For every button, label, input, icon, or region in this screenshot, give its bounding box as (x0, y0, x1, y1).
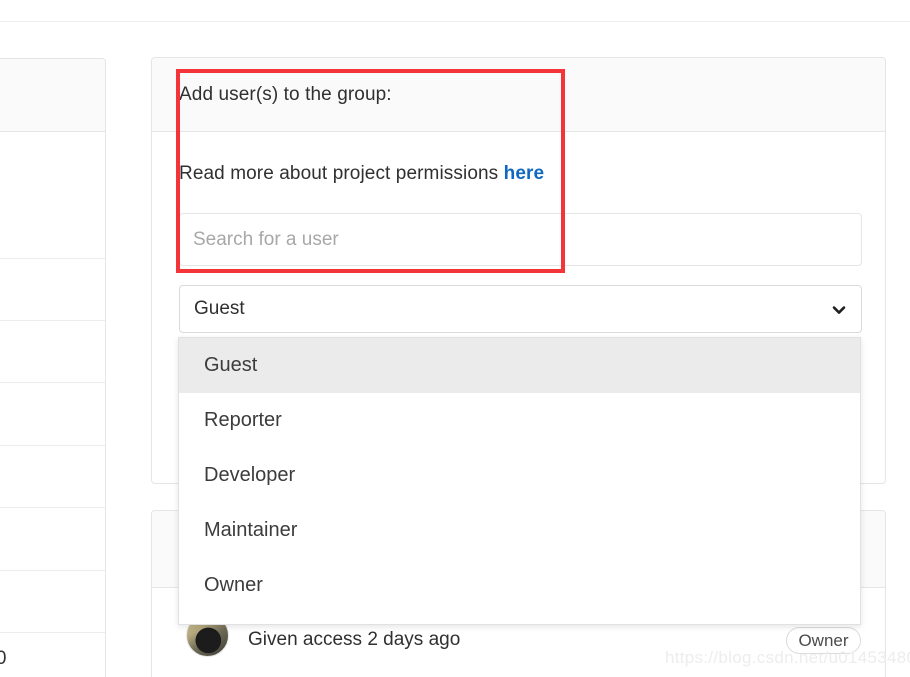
left-panel-projects-count: cts: 0 (0, 648, 110, 670)
permissions-help-text: Read more about project permissions here (179, 163, 544, 185)
role-select-value: Guest (194, 298, 245, 320)
left-row-divider (0, 320, 105, 321)
role-option-reporter[interactable]: Reporter (179, 393, 860, 448)
role-option-label: Developer (204, 464, 295, 486)
search-user-input[interactable] (179, 213, 862, 266)
permissions-help-label: Read more about project permissions (179, 163, 504, 184)
role-option-label: Maintainer (204, 519, 297, 541)
add-user-title: Add user(s) to the group: (179, 84, 392, 106)
left-row-divider (0, 632, 105, 633)
page-top-divider (0, 21, 910, 22)
member-access-text: Given access 2 days ago (248, 629, 460, 651)
left-row-divider (0, 382, 105, 383)
role-select-control[interactable]: Guest (179, 285, 862, 333)
project-permissions-link[interactable]: here (504, 163, 545, 184)
left-row-divider (0, 445, 105, 446)
role-option-label: Guest (204, 354, 257, 376)
chevron-down-icon[interactable] (832, 303, 846, 317)
role-option-owner[interactable]: Owner (179, 558, 860, 613)
role-option-label: Owner (204, 574, 263, 596)
left-row-divider (0, 258, 105, 259)
role-option-developer[interactable]: Developer (179, 448, 860, 503)
role-option-guest[interactable]: Guest (179, 338, 860, 393)
role-dropdown-listbox[interactable]: Guest Reporter Developer Maintainer Owne… (178, 337, 861, 625)
left-side-card (0, 58, 106, 677)
left-side-card-header (0, 59, 105, 132)
left-row-divider (0, 570, 105, 571)
app-root: cts: 0 Add user(s) to the group: Read mo… (0, 0, 910, 677)
role-option-maintainer[interactable]: Maintainer (179, 503, 860, 558)
watermark-text: https://blog.csdn.net/u014534808 (665, 648, 910, 668)
left-row-divider (0, 507, 105, 508)
role-option-label: Reporter (204, 409, 282, 431)
